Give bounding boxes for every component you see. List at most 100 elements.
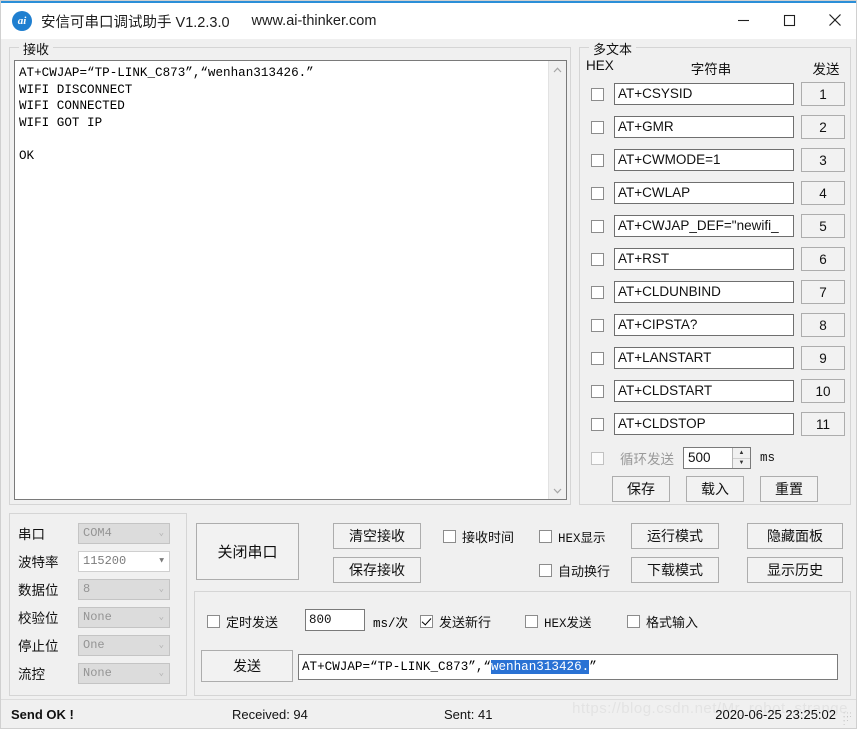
auto-wrap-checkbox[interactable] — [539, 564, 552, 577]
multitext-send-button[interactable]: 3 — [801, 148, 845, 172]
multitext-hex-checkbox[interactable] — [590, 252, 604, 266]
close-icon[interactable] — [812, 2, 856, 38]
send-period-input[interactable]: 800 — [305, 609, 365, 631]
receive-time-checkbox[interactable] — [443, 530, 456, 543]
multitext-hex-cell — [580, 318, 614, 332]
serial-setting-dropdown[interactable]: 115200 ▼ — [78, 550, 170, 572]
save-receive-button[interactable]: 保存接收 — [333, 557, 421, 583]
multitext-command-input[interactable]: AT+CWJAP_DEF="newifi_ — [614, 215, 794, 237]
multitext-buttons: 保存 载入 重置 — [612, 476, 818, 502]
multitext-send-button[interactable]: 6 — [801, 247, 845, 271]
send-newline-checkbox[interactable] — [420, 615, 433, 628]
loop-send-checkbox[interactable] — [590, 451, 604, 465]
status-received-count: Received: 94 — [232, 706, 308, 722]
multitext-command-input[interactable]: AT+CWLAP — [614, 182, 794, 204]
save-button[interactable]: 保存 — [612, 476, 670, 502]
send-input[interactable]: AT+CWJAP=“TP-LINK_C873”,“ wenhan313426.” — [298, 654, 838, 680]
multitext-hex-checkbox[interactable] — [590, 219, 604, 233]
multitext-command-input[interactable]: AT+CLDSTART — [614, 380, 794, 402]
multitext-send-button[interactable]: 4 — [801, 181, 845, 205]
receive-textarea[interactable]: AT+CWJAP=“TP-LINK_C873”,“wenhan313426.” … — [14, 60, 567, 500]
load-button[interactable]: 载入 — [686, 476, 744, 502]
serial-setting-dropdown[interactable]: None ⌄ — [78, 662, 170, 684]
receive-time-checkbox-item[interactable]: 接收时间 — [443, 527, 514, 546]
serial-debug-assistant-window: ai 安信可串口调试助手 V1.2.3.0 www.ai-thinker.com… — [0, 0, 857, 729]
scroll-up-icon[interactable] — [549, 61, 566, 78]
multitext-send-button[interactable]: 8 — [801, 313, 845, 337]
format-input-checkbox[interactable] — [627, 615, 640, 628]
multitext-hex-checkbox[interactable] — [590, 87, 604, 101]
multitext-send-button[interactable]: 7 — [801, 280, 845, 304]
chevron-down-icon[interactable]: ▼ — [159, 557, 164, 566]
scroll-down-icon[interactable] — [549, 482, 566, 499]
multitext-command-input[interactable]: AT+RST — [614, 248, 794, 270]
serial-settings-group: 串口 COM4 ⌄ 波特率 115200 ▼ 数据位 8 ⌄ 校验位 None ⌄ 停止位 One ⌄ 流控 N… — [9, 513, 187, 696]
loop-interval-value[interactable]: 500 — [684, 448, 732, 468]
clear-receive-button[interactable]: 清空接收 — [333, 523, 421, 549]
serial-setting-dropdown[interactable]: One ⌄ — [78, 634, 170, 656]
multitext-send-button[interactable]: 2 — [801, 115, 845, 139]
multitext-command-input[interactable]: AT+GMR — [614, 116, 794, 138]
multitext-send-button[interactable]: 1 — [801, 82, 845, 106]
multitext-row: AT+CWLAP 4 — [580, 180, 852, 206]
chevron-down-icon[interactable]: ⌄ — [159, 612, 164, 622]
run-mode-button[interactable]: 运行模式 — [631, 523, 719, 549]
minimize-icon[interactable] — [720, 2, 766, 38]
multitext-command-input[interactable]: AT+CLDUNBIND — [614, 281, 794, 303]
multitext-hex-cell — [580, 186, 614, 200]
chevron-down-icon[interactable]: ⌄ — [159, 640, 164, 650]
serial-setting-value: One — [83, 638, 105, 652]
multitext-send-button[interactable]: 5 — [801, 214, 845, 238]
reset-button[interactable]: 重置 — [760, 476, 818, 502]
download-mode-button[interactable]: 下载模式 — [631, 557, 719, 583]
chevron-down-icon[interactable]: ⌄ — [159, 584, 164, 594]
multitext-send-button[interactable]: 11 — [801, 412, 845, 436]
loop-interval-stepper[interactable]: 500 ▲ ▼ — [683, 447, 751, 469]
stepper-buttons[interactable]: ▲ ▼ — [732, 448, 750, 468]
receive-time-label: 接收时间 — [462, 530, 515, 545]
chevron-down-icon[interactable]: ⌄ — [159, 528, 164, 538]
multitext-hex-checkbox[interactable] — [590, 186, 604, 200]
stepper-up-icon[interactable]: ▲ — [733, 448, 750, 459]
resize-grip-icon[interactable]: :::::: — [843, 711, 854, 727]
timed-send-checkbox-item[interactable]: 定时发送 — [207, 612, 278, 631]
multitext-command-input[interactable]: AT+CWMODE=1 — [614, 149, 794, 171]
multitext-hex-cell — [580, 351, 614, 365]
hide-panel-button[interactable]: 隐藏面板 — [747, 523, 843, 549]
multitext-hex-checkbox[interactable] — [590, 153, 604, 167]
multitext-hex-checkbox[interactable] — [590, 318, 604, 332]
multitext-hex-checkbox[interactable] — [590, 351, 604, 365]
format-input-checkbox-item[interactable]: 格式输入 — [627, 612, 698, 631]
send-newline-checkbox-item[interactable]: 发送新行 — [420, 612, 491, 631]
multitext-hex-checkbox[interactable] — [590, 384, 604, 398]
serial-setting-value: COM4 — [83, 526, 112, 540]
multitext-hex-checkbox[interactable] — [590, 120, 604, 134]
hex-send-checkbox-item[interactable]: HEX发送 — [525, 612, 592, 631]
multitext-hex-checkbox[interactable] — [590, 285, 604, 299]
serial-setting-dropdown[interactable]: None ⌄ — [78, 606, 170, 628]
receive-scrollbar[interactable] — [548, 61, 566, 499]
auto-wrap-checkbox-item[interactable]: 自动换行 — [539, 561, 610, 580]
hex-display-checkbox-item[interactable]: HEX显示 — [539, 527, 606, 546]
chevron-down-icon[interactable]: ⌄ — [159, 668, 164, 678]
timed-send-checkbox[interactable] — [207, 615, 220, 628]
multitext-command-input[interactable]: AT+LANSTART — [614, 347, 794, 369]
hex-send-checkbox[interactable] — [525, 615, 538, 628]
multitext-send-button[interactable]: 10 — [801, 379, 845, 403]
multitext-row: AT+CSYSID 1 — [580, 81, 852, 107]
maximize-icon[interactable] — [766, 2, 812, 38]
show-history-button[interactable]: 显示历史 — [747, 557, 843, 583]
multitext-command-input[interactable]: AT+CSYSID — [614, 83, 794, 105]
serial-setting-dropdown[interactable]: 8 ⌄ — [78, 578, 170, 600]
multitext-command-input[interactable]: AT+CLDSTOP — [614, 413, 794, 435]
multitext-command-input[interactable]: AT+CIPSTA? — [614, 314, 794, 336]
multitext-send-button[interactable]: 9 — [801, 346, 845, 370]
multitext-hex-checkbox[interactable] — [590, 417, 604, 431]
serial-setting-label: 串口 — [18, 527, 45, 542]
send-input-prefix: AT+CWJAP=“TP-LINK_C873”,“ — [302, 660, 491, 674]
close-port-button[interactable]: 关闭串口 — [196, 523, 299, 580]
hex-display-checkbox[interactable] — [539, 530, 552, 543]
serial-setting-dropdown[interactable]: COM4 ⌄ — [78, 522, 170, 544]
stepper-down-icon[interactable]: ▼ — [733, 459, 750, 469]
send-button[interactable]: 发送 — [201, 650, 293, 682]
